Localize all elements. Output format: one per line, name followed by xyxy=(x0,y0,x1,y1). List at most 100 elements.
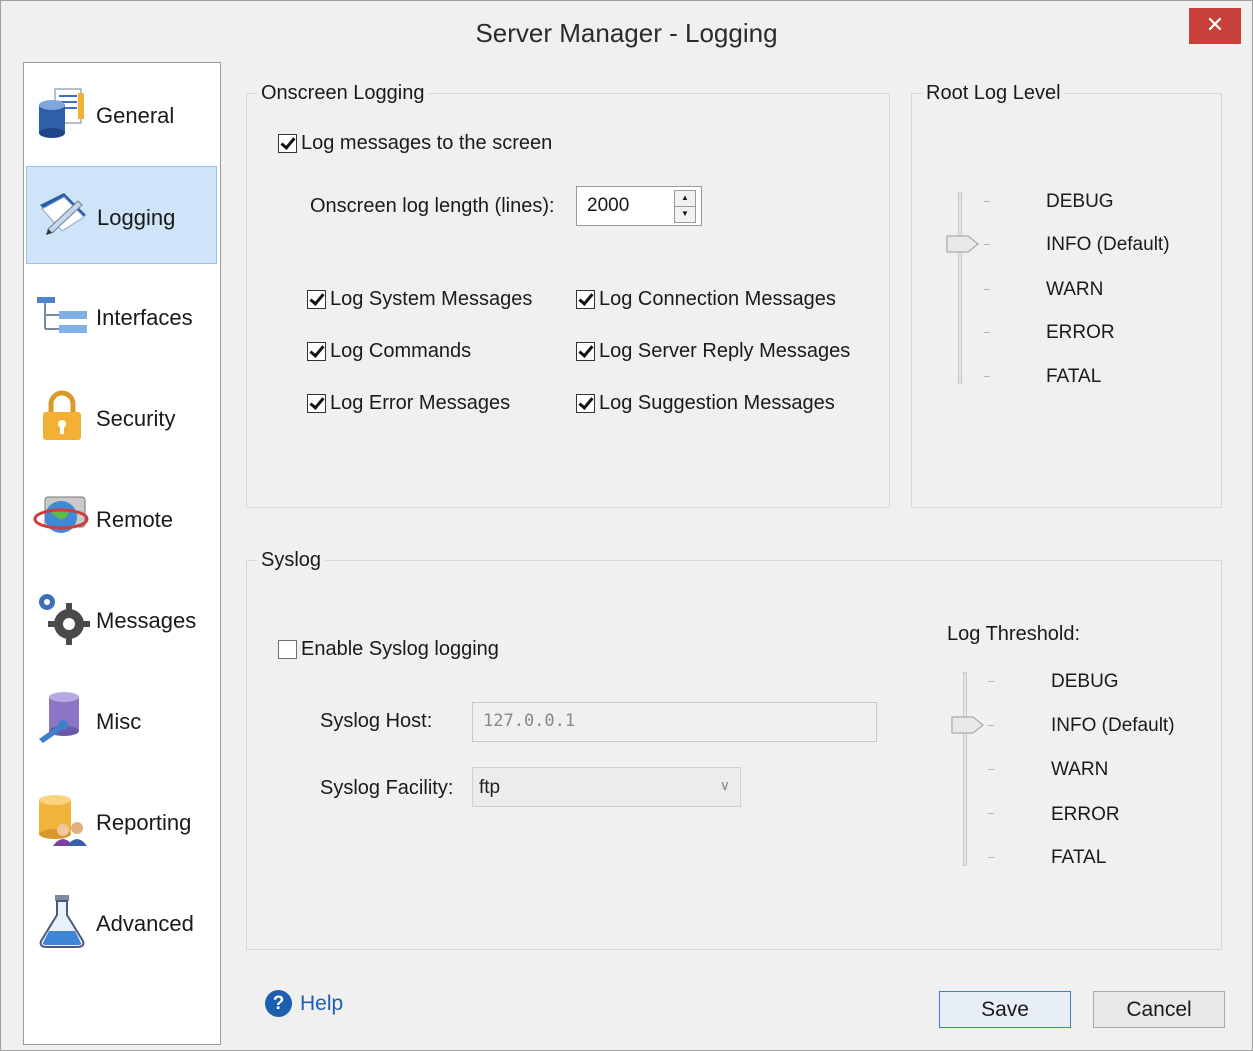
slider-track[interactable] xyxy=(958,192,962,384)
sidebar-item-label: Misc xyxy=(96,709,142,734)
onscreen-log-length-label: Onscreen log length (lines): xyxy=(310,195,555,217)
sidebar-item-label: Reporting xyxy=(96,810,192,835)
sidebar-item-interfaces[interactable]: Interfaces xyxy=(26,267,217,365)
sidebar-item-reporting[interactable]: Reporting xyxy=(26,772,217,870)
checkbox-box[interactable] xyxy=(576,394,595,413)
sidebar-item-label: Interfaces xyxy=(96,305,193,330)
padlock-icon xyxy=(43,390,81,440)
threshold-level-debug[interactable]: DEBUG xyxy=(1051,671,1119,693)
close-button[interactable]: ✕ xyxy=(1189,8,1241,44)
slider-thumb[interactable] xyxy=(946,234,980,254)
log-error-messages-checkbox[interactable]: Log Error Messages xyxy=(307,392,510,415)
database-users-icon xyxy=(39,795,87,846)
log-system-messages-checkbox[interactable]: Log System Messages xyxy=(307,288,532,311)
slider-tick xyxy=(988,725,994,726)
log-suggestion-messages-checkbox[interactable]: Log Suggestion Messages xyxy=(576,392,835,415)
checkbox-label: Log System Messages xyxy=(330,288,533,310)
syslog-facility-value: ftp xyxy=(479,777,501,798)
save-button[interactable]: Save xyxy=(939,991,1071,1028)
sidebar-item-security[interactable]: Security xyxy=(26,368,217,466)
logbook-pen-icon xyxy=(40,193,86,235)
sidebar-item-logging[interactable]: Logging xyxy=(26,166,217,264)
checkbox-box[interactable] xyxy=(307,290,326,309)
sidebar-item-misc[interactable]: Misc xyxy=(26,671,217,769)
threshold-level-info[interactable]: INFO (Default) xyxy=(1051,715,1175,737)
sidebar-item-messages[interactable]: Messages xyxy=(26,570,217,668)
sidebar-nav: General Logging Interfaces Security Remo… xyxy=(23,62,221,1045)
root-level-info[interactable]: INFO (Default) xyxy=(1046,234,1170,256)
window-title: Server Manager - Logging xyxy=(475,18,778,48)
sidebar-item-general[interactable]: General xyxy=(26,65,217,163)
checkbox-label: Log Connection Messages xyxy=(599,288,836,310)
root-log-level-legend: Root Log Level xyxy=(926,82,1061,104)
enable-syslog-checkbox[interactable]: Enable Syslog logging xyxy=(278,638,499,661)
question-icon: ? xyxy=(265,990,292,1017)
checkbox-box[interactable] xyxy=(307,342,326,361)
slider-tick xyxy=(984,376,990,377)
log-to-screen-checkbox[interactable]: Log messages to the screen xyxy=(278,132,552,155)
sidebar-item-advanced[interactable]: Advanced xyxy=(26,873,217,971)
globe-monitor-icon xyxy=(33,496,89,533)
spin-down-button[interactable]: ▼ xyxy=(674,206,696,223)
sidebar-item-label: Messages xyxy=(96,608,197,633)
root-level-debug[interactable]: DEBUG xyxy=(1046,191,1114,213)
syslog-facility-select[interactable]: ftp ∨ xyxy=(472,767,741,807)
sidebar-item-label: Logging xyxy=(97,205,176,230)
root-level-fatal[interactable]: FATAL xyxy=(1046,366,1101,388)
server-manager-window: Server Manager - Logging ✕ General Loggi… xyxy=(0,0,1253,1051)
cancel-button[interactable]: Cancel xyxy=(1093,991,1225,1028)
log-server-reply-messages-checkbox[interactable]: Log Server Reply Messages xyxy=(576,340,850,363)
slider-tick xyxy=(984,244,990,245)
threshold-level-warn[interactable]: WARN xyxy=(1051,759,1108,781)
help-link[interactable]: ? Help xyxy=(265,990,343,1017)
checkbox-label: Enable Syslog logging xyxy=(301,638,499,660)
sidebar-item-label: Security xyxy=(96,406,176,431)
close-icon: ✕ xyxy=(1205,12,1225,37)
syslog-host-input[interactable]: 127.0.0.1 xyxy=(472,702,877,742)
root-level-error[interactable]: ERROR xyxy=(1046,322,1115,344)
log-commands-checkbox[interactable]: Log Commands xyxy=(307,340,471,363)
log-connection-messages-checkbox[interactable]: Log Connection Messages xyxy=(576,288,836,311)
slider-tick xyxy=(988,857,994,858)
title-bar[interactable]: Server Manager - Logging ✕ xyxy=(1,1,1252,61)
checkbox-label: Log Suggestion Messages xyxy=(599,392,835,414)
slider-tick xyxy=(984,201,990,202)
sidebar-item-label: Advanced xyxy=(96,911,194,936)
network-tree-icon xyxy=(37,297,87,333)
syslog-facility-label: Syslog Facility: xyxy=(320,777,454,799)
syslog-host-label: Syslog Host: xyxy=(320,710,433,732)
slider-tick xyxy=(984,289,990,290)
checkbox-box[interactable] xyxy=(576,342,595,361)
log-length-value[interactable]: 2000 xyxy=(587,195,629,217)
checkbox-box[interactable] xyxy=(576,290,595,309)
threshold-level-error[interactable]: ERROR xyxy=(1051,804,1120,826)
slider-track[interactable] xyxy=(963,672,967,866)
onscreen-log-length-spinner[interactable]: 2000 ▲ ▼ xyxy=(576,186,702,226)
sidebar-item-label: Remote xyxy=(96,507,174,532)
flask-icon xyxy=(39,895,85,948)
slider-tick xyxy=(988,813,994,814)
checkbox-box[interactable] xyxy=(278,640,297,659)
slider-tick xyxy=(988,769,994,770)
threshold-level-fatal[interactable]: FATAL xyxy=(1051,847,1106,869)
chevron-down-icon: ∨ xyxy=(719,777,730,793)
checkbox-box[interactable] xyxy=(307,394,326,413)
syslog-group: Syslog xyxy=(246,549,1222,950)
database-wrench-icon xyxy=(39,692,79,743)
sidebar-item-label: General xyxy=(96,103,175,128)
logging-settings-panel: Onscreen Logging Log messages to the scr… xyxy=(221,62,1251,1047)
checkbox-box[interactable] xyxy=(278,134,297,153)
onscreen-logging-legend: Onscreen Logging xyxy=(261,82,425,104)
root-level-warn[interactable]: WARN xyxy=(1046,279,1103,301)
slider-thumb[interactable] xyxy=(951,715,985,735)
gears-icon xyxy=(39,594,90,645)
slider-tick xyxy=(984,332,990,333)
checkbox-label: Log Commands xyxy=(330,340,472,362)
help-label: Help xyxy=(300,991,344,1015)
checkbox-label: Log Error Messages xyxy=(330,392,511,414)
syslog-legend: Syslog xyxy=(261,549,322,571)
sidebar-item-remote[interactable]: Remote xyxy=(26,469,217,567)
database-document-icon xyxy=(39,88,84,138)
spin-up-button[interactable]: ▲ xyxy=(674,190,696,207)
log-threshold-label: Log Threshold: xyxy=(947,623,1081,645)
